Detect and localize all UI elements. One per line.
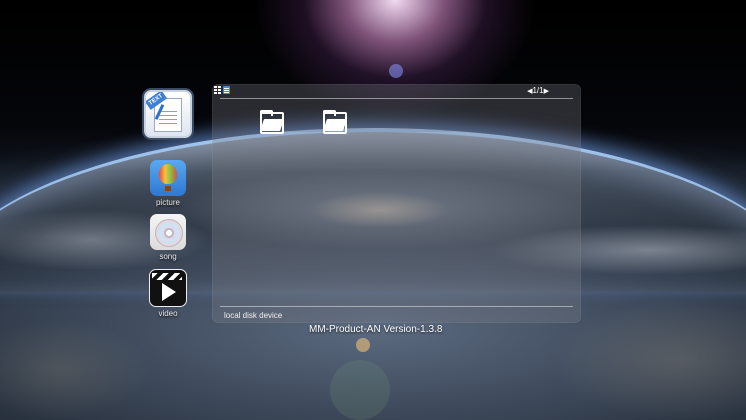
dock-item-picture[interactable]: picture: [144, 160, 192, 207]
media-browser-screen: TEXT picture song video ◀1/1▶ local disk…: [0, 0, 746, 420]
dock-label-song: song: [159, 252, 177, 261]
folder-icon[interactable]: [321, 110, 347, 134]
clapperboard-play-icon[interactable]: [149, 269, 187, 307]
lens-flare: [330, 360, 390, 420]
text-document-icon[interactable]: TEXT: [144, 90, 192, 138]
dock-item-video[interactable]: video: [144, 269, 192, 318]
toolbar-divider: [220, 98, 573, 99]
panel-toolbar: ◀1/1▶: [212, 84, 581, 98]
footer-divider: [220, 306, 573, 307]
page-indicator: ◀1/1▶: [527, 86, 549, 97]
next-page-icon[interactable]: ▶: [544, 87, 549, 97]
hot-air-balloon-icon[interactable]: [150, 160, 186, 196]
folder-icon[interactable]: [258, 110, 284, 134]
dock-label-picture: picture: [155, 198, 180, 207]
lens-flare: [389, 64, 403, 78]
grid-view-icon[interactable]: [214, 86, 223, 94]
dock-item-song[interactable]: song: [144, 214, 192, 261]
music-disc-icon[interactable]: [150, 214, 186, 250]
location-label: local disk device: [224, 311, 283, 320]
dock-label-video: video: [158, 309, 178, 318]
list-view-icon[interactable]: [223, 86, 230, 94]
dock-item-text[interactable]: TEXT: [144, 90, 192, 138]
page-number: 1/1: [532, 86, 544, 95]
file-browser-panel: ◀1/1▶ local disk device: [212, 84, 581, 323]
version-text: MM-Product-AN Version-1.3.8: [309, 324, 443, 335]
lens-flare: [356, 338, 370, 352]
